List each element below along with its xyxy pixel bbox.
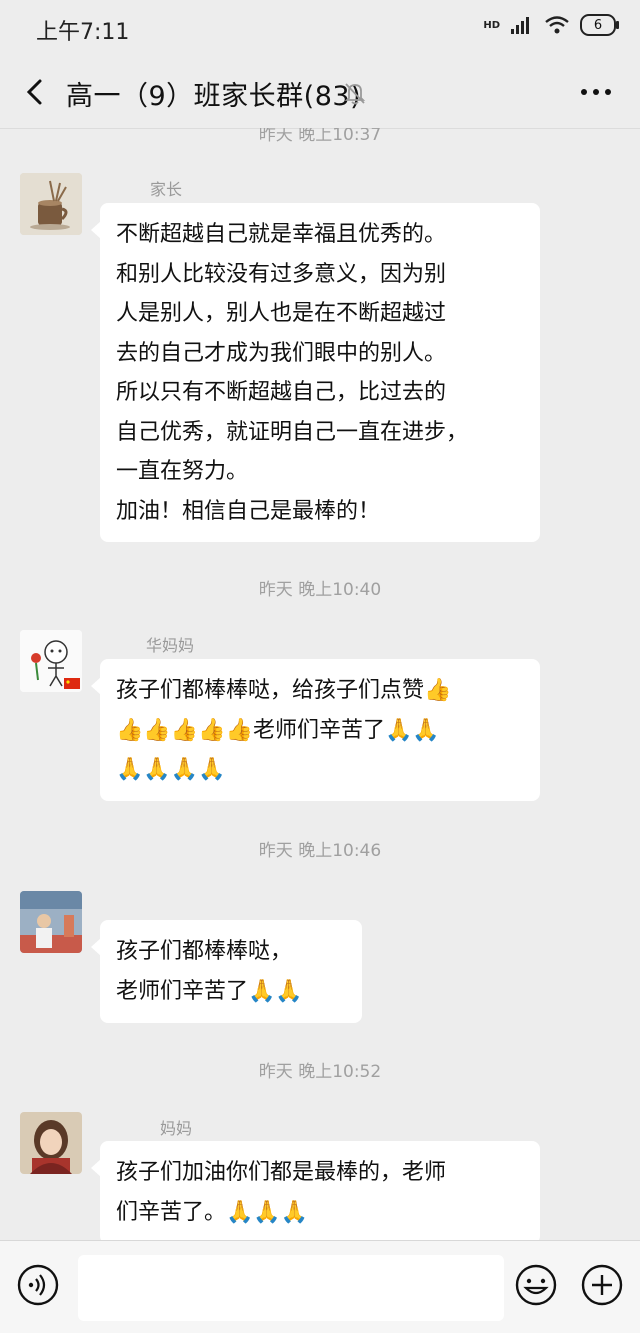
chat-header: 高一（9）班家长群(83)	[0, 56, 640, 129]
timestamp: 昨天 晚上10:40	[258, 580, 382, 600]
message-line: 和别人比较没有过多意义，因为别	[116, 261, 447, 287]
avatar-image	[20, 1112, 82, 1174]
chevron-left-icon[interactable]	[18, 74, 54, 110]
status-time: 上午7:11	[36, 20, 130, 45]
battery-icon: 6	[580, 14, 619, 36]
message-line: 不断超越自己就是幸福且优秀的。	[116, 222, 447, 247]
avatar-image	[20, 173, 82, 235]
avatar[interactable]	[20, 1112, 82, 1174]
message-bubble[interactable]: 孩子们都棒棒哒，给孩子们点赞👍 👍👍👍👍👍老师们辛苦了🙏🙏 🙏🙏🙏🙏	[91, 659, 540, 801]
timestamp: 昨天 晚上10:37	[258, 128, 382, 145]
avatar-image	[20, 891, 82, 953]
message-line: 所以只有不断超越自己，比过去的	[116, 380, 447, 405]
message-line: 老师们辛苦了🙏🙏	[116, 978, 303, 1004]
message-bubble[interactable]: 不断超越自己就是幸福且优秀的。 和别人比较没有过多意义，因为别 人是别人，别人也…	[91, 203, 540, 542]
message-line: 👍👍👍👍👍老师们辛苦了🙏🙏	[116, 717, 440, 743]
wifi-icon	[545, 16, 569, 34]
timestamp: 昨天 晚上10:52	[258, 1062, 382, 1082]
message-bubble[interactable]: 孩子们都棒棒哒， 老师们辛苦了🙏🙏	[91, 920, 362, 1023]
message-line: 去的自己才成为我们眼中的别人。	[116, 340, 447, 366]
message-bubble[interactable]: 孩子们加油你们都是最棒的，老师 们辛苦了。🙏🙏🙏	[91, 1141, 540, 1240]
status-bar: 上午7:11 HD 6	[0, 0, 640, 56]
network-label: HD	[483, 19, 500, 31]
message-line: 🙏🙏🙏🙏	[116, 757, 226, 782]
signal-icon	[511, 17, 529, 34]
message-line: 人是别人，别人也是在不断超越过	[116, 301, 447, 326]
avatar-image	[20, 630, 82, 692]
chat-area[interactable]: 昨天 晚上10:37 家长 不断超越自己就是幸福且优秀的。 和别人比较没有过多意…	[0, 128, 640, 1240]
sender-name: 华妈妈	[146, 636, 195, 655]
bell-off-icon	[344, 83, 366, 105]
timestamp: 昨天 晚上10:46	[258, 841, 382, 861]
status-icons: HD 6	[483, 14, 619, 36]
avatar[interactable]	[20, 891, 82, 953]
voice-icon[interactable]	[16, 1263, 60, 1307]
emoji-icon[interactable]	[514, 1263, 558, 1307]
plus-icon[interactable]	[580, 1263, 624, 1307]
message-input[interactable]	[78, 1255, 504, 1321]
message-line: 们辛苦了。🙏🙏🙏	[116, 1199, 309, 1225]
message-line: 孩子们都棒棒哒，给孩子们点赞👍	[116, 678, 452, 703]
avatar[interactable]	[20, 630, 82, 692]
battery-level: 6	[593, 17, 603, 33]
message-line: 孩子们都棒棒哒，	[116, 939, 293, 964]
sender-name: 妈妈	[160, 1119, 193, 1138]
message-line: 自己优秀，就证明自己一直在进步，	[116, 419, 469, 445]
chat-title: 高一（9）班家长群(83)	[66, 81, 362, 112]
more-icon[interactable]	[578, 80, 614, 104]
message-line: 孩子们加油你们都是最棒的，老师	[116, 1160, 447, 1185]
message-line: 一直在努力。	[116, 459, 249, 484]
sender-name: 家长	[150, 180, 183, 199]
input-bar	[0, 1240, 640, 1333]
message-line: 加油！相信自己是最棒的！	[116, 498, 381, 524]
avatar[interactable]	[20, 173, 82, 235]
